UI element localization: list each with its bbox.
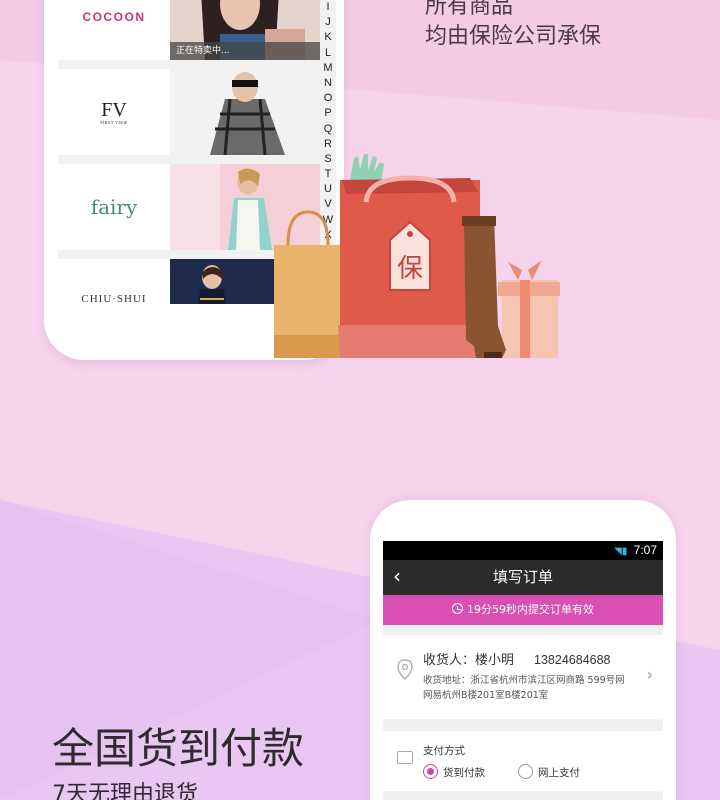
- receiver-line: 收货人：楼小明 13824684688: [423, 649, 611, 668]
- brand-row-firstview[interactable]: FV FIRST VIEW: [58, 69, 320, 155]
- feature-subheading-returns: 7天无理由退货: [52, 782, 198, 800]
- on-sale-badge: 正在特卖中...: [170, 42, 320, 60]
- shipping-address-card[interactable]: 收货人：楼小明 13824684688 收货地址：浙江省杭州市滨江区网商路 599…: [383, 635, 663, 719]
- feature-heading-cod: 全国货到付款: [52, 724, 305, 773]
- order-timer-text: 19分59秒内提交订单有效: [467, 603, 594, 616]
- shipping-address: 收货地址：浙江省杭州市滨江区网商路 599号网网易杭州B楼201室B楼201室: [423, 675, 625, 701]
- brand-logo: FV FIRST VIEW: [58, 69, 170, 155]
- page-title: 填写订单: [492, 568, 553, 586]
- signal-icon: ◥▮: [614, 546, 628, 557]
- brand-row-cocoon[interactable]: COCOON 正在特卖中...: [58, 0, 320, 60]
- brand-logo-subtext: FIRST VIEW: [100, 119, 128, 125]
- index-letter[interactable]: N: [320, 76, 336, 91]
- receiver-name: 楼小明: [475, 653, 515, 668]
- order-form-screen: ◥▮ 7:07 ‹ 填写订单 19分59秒内提交订单有效 收货人：楼小明 1382…: [383, 541, 663, 800]
- brand-logo: CHIU·SHUI: [58, 259, 170, 304]
- bag-tag-text: 保: [397, 254, 423, 284]
- payment-option-label[interactable]: 货到付款: [443, 765, 485, 780]
- payment-method-title: 支付方式: [423, 745, 465, 757]
- index-letter[interactable]: J: [320, 15, 336, 30]
- index-letter[interactable]: K: [320, 30, 336, 45]
- brand-logo-text: CHIU·SHUI: [81, 293, 147, 304]
- payment-option-label[interactable]: 网上支付: [538, 765, 580, 780]
- chevron-right-icon[interactable]: ›: [647, 665, 653, 684]
- wallet-icon: [397, 751, 413, 764]
- brand-photo: [170, 69, 320, 155]
- title-bar: ‹ 填写订单: [383, 560, 663, 595]
- index-letter[interactable]: M: [320, 61, 336, 76]
- order-timer-banner: 19分59秒内提交订单有效: [383, 595, 663, 625]
- brand-logo-text: COCOON: [82, 10, 146, 24]
- status-bar: ◥▮ 7:07: [383, 541, 663, 560]
- location-pin-icon: [397, 659, 413, 680]
- back-arrow-icon[interactable]: ‹: [393, 560, 401, 593]
- brand-logo-text: FV: [101, 98, 127, 121]
- feature-heading-insurance: 所有商品 均由保险公司承保: [425, 0, 601, 52]
- clock-icon: [452, 603, 463, 614]
- index-letter[interactable]: I: [320, 0, 336, 15]
- brand-logo: fairy: [58, 164, 170, 250]
- status-time: 7:07: [633, 543, 657, 557]
- payment-method-card: 支付方式 货到付款 网上支付: [383, 731, 663, 791]
- receiver-label: 收货人：: [423, 653, 476, 668]
- index-letter[interactable]: Q: [320, 122, 336, 137]
- shopping-bags-illustration: 保: [274, 154, 560, 358]
- brand-logo: COCOON: [58, 0, 170, 60]
- index-letter[interactable]: O: [320, 91, 336, 106]
- feature-heading-line: 所有商品: [425, 0, 514, 19]
- feature-heading-line: 均由保险公司承保: [425, 24, 602, 49]
- radio-cash-on-delivery[interactable]: [423, 764, 438, 779]
- index-letter[interactable]: P: [320, 106, 336, 121]
- receiver-phone: 13824684688: [534, 653, 611, 667]
- index-letter[interactable]: L: [320, 46, 336, 61]
- radio-online-payment[interactable]: [518, 764, 533, 779]
- brand-logo-text: fairy: [90, 195, 138, 219]
